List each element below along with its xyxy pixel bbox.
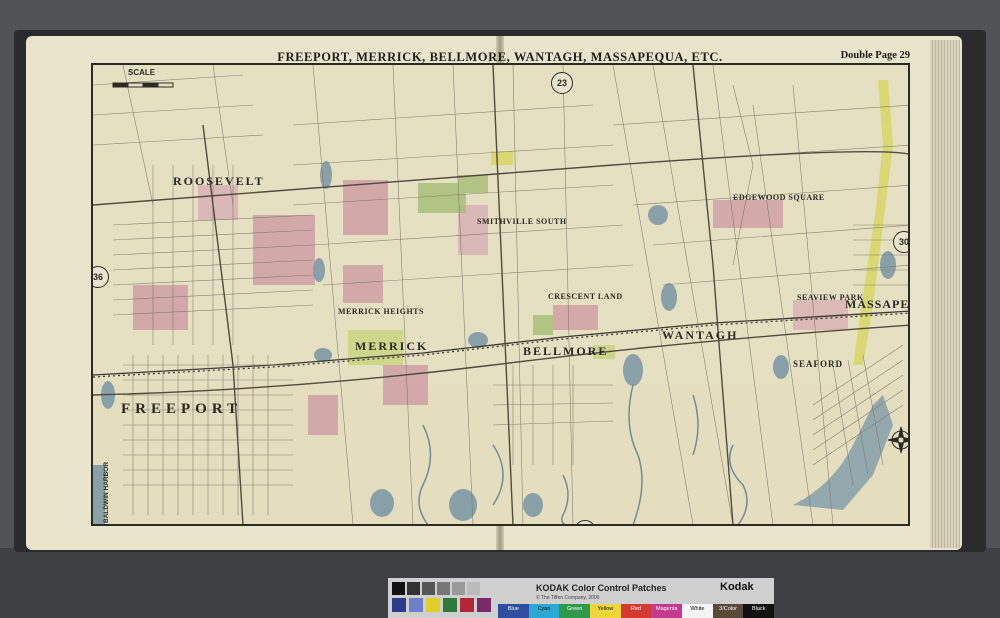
place-edgewood-square: EDGEWOOD SQUARE: [733, 193, 825, 202]
place-seaview-park: SEAVIEW PARK: [797, 293, 864, 302]
kodak-label: Blue: [507, 606, 519, 612]
adjoining-page-right[interactable]: 30: [893, 231, 908, 253]
color-patches: [392, 598, 494, 612]
place-baldwin-harbor: BALDWIN HARBOR: [103, 461, 110, 523]
kodak-label: Magenta: [655, 606, 678, 612]
place-seaford: SEAFORD: [793, 359, 844, 369]
place-wantagh: WANTAGH: [662, 328, 739, 342]
kodak-logo: Kodak: [720, 581, 754, 593]
kodak-label: Green: [567, 606, 583, 612]
kodak-labels: Blue Cyan Green Yellow Red Magenta White…: [498, 606, 774, 612]
kodak-color-strip: KODAK Color Control Patches © The Tiffen…: [388, 578, 775, 618]
map-drawing: [93, 65, 908, 524]
page-edges: [930, 40, 960, 548]
kodak-label: Red: [630, 606, 642, 612]
place-freeport: FREEPORT: [121, 401, 243, 417]
kodak-label: Yellow: [597, 606, 614, 612]
page-reference: Double Page 29: [840, 50, 910, 61]
place-merrick-heights: MERRICK HEIGHTS: [338, 307, 424, 316]
map-area[interactable]: ROOSEVELT FREEPORT MERRICK BELLMORE WANT…: [91, 63, 910, 526]
place-crescent-land: CRESCENT LAND: [548, 292, 623, 301]
adjoining-page-top[interactable]: 23: [551, 72, 573, 94]
scale-bar: [112, 82, 174, 88]
kodak-label: White: [690, 606, 705, 612]
gray-steps: [392, 582, 482, 595]
place-smithville-south: SMITHVILLE SOUTH: [477, 217, 567, 226]
place-merrick: MERRICK: [355, 339, 429, 353]
place-roosevelt: ROOSEVELT: [173, 174, 265, 188]
kodak-label: Black: [751, 606, 766, 612]
kodak-subtitle: © The Tiffen Company, 2000: [536, 595, 600, 601]
kodak-label: Cyan: [537, 606, 551, 612]
kodak-title: KODAK Color Control Patches: [536, 583, 667, 593]
place-bellmore: BELLMORE: [523, 344, 609, 358]
kodak-label: 3/Color: [719, 606, 737, 612]
scale-label: SCALE: [128, 68, 156, 77]
